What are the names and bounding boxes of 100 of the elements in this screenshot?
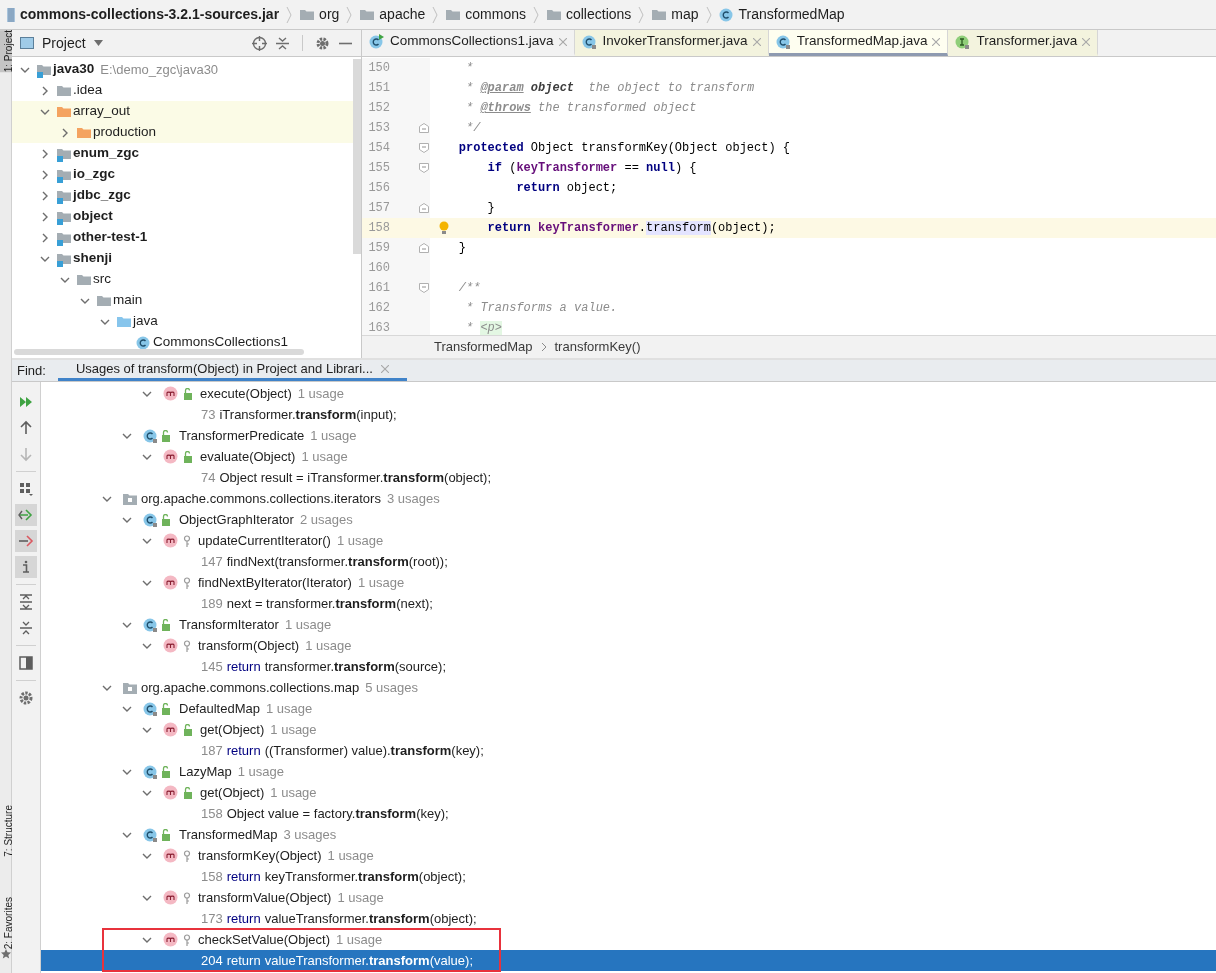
usage-group-name[interactable]: TransformedMap [179,824,278,845]
arrow-in-icon[interactable] [15,504,37,526]
tool-window-tab[interactable]: 2: Favorites [0,896,12,949]
breadcrumb-item[interactable]: TransformedMap [434,337,533,357]
usage-group-name[interactable]: get(Object) [200,719,265,740]
usage-group-name[interactable]: org.apache.commons.collections.iterators [141,488,381,509]
class-icon [581,33,598,50]
method-icon [163,386,178,401]
breadcrumb-item[interactable]: map [671,4,699,25]
breadcrumb-item[interactable]: commons [465,4,526,25]
tree-item[interactable]: jdbc_zgc [73,185,131,206]
fold-marker-icon[interactable] [419,283,429,293]
method-icon [163,785,178,800]
usage-line[interactable]: 145 return transformer.transform(source); [201,656,446,677]
usage-group-name[interactable]: DefaultedMap [179,698,260,719]
breadcrumb-item[interactable]: transformKey() [554,337,641,357]
tool-window-tab[interactable]: 7: Structure [0,805,12,857]
usage-group-name[interactable]: findNextByIterator(Iterator) [198,572,352,593]
usage-line[interactable]: 187 return ((Transformer) value).transform(key); [201,740,484,761]
usage-line[interactable]: 73 iTransformer.transform(input); [201,404,397,425]
horizontal-scrollbar[interactable] [14,349,304,355]
breadcrumb-item[interactable]: apache [379,4,426,25]
usage-group-name[interactable]: ObjectGraphIterator [179,509,294,530]
class-icon [718,6,735,23]
tree-item[interactable]: java30 [53,59,95,80]
package-icon [123,681,137,694]
editor-tab[interactable]: InvokerTransformer.java [574,30,769,56]
usage-group-name[interactable]: checkSetValue(Object) [198,929,330,950]
tree-item[interactable]: io_zgc [73,164,115,185]
tree-item[interactable]: java [133,311,158,332]
separator-chevron-icon [637,4,646,25]
usage-group-name[interactable]: LazyMap [179,761,232,782]
fold-marker-icon[interactable] [419,243,429,253]
usage-group-name[interactable]: TransformIterator [179,614,279,635]
line-number: 152 [367,100,390,117]
settings-icon[interactable] [315,35,330,51]
locate-icon[interactable] [252,35,267,51]
breadcrumb-item[interactable]: collections [565,4,632,25]
tree-item[interactable]: shenji [73,248,112,269]
usage-line[interactable]: 74 Object result = iTransformer.transform(object); [201,467,491,488]
usage-count: 1 usage [301,447,348,466]
usage-line[interactable]: 189 next = transformer.transform(next); [201,593,433,614]
code-line: protected Object transformKey(Object object) { [457,140,791,157]
usage-line[interactable]: 147 findNext(transformer.transform(root)); [201,551,448,572]
collapse-all-icon[interactable] [275,35,290,51]
tree-item[interactable]: enum_zgc [73,143,140,164]
info-icon[interactable] [15,556,37,578]
usage-group-name[interactable]: TransformerPredicate [179,425,305,446]
tree-item[interactable]: other-test-1 [73,227,148,248]
separator-chevron-icon [540,342,547,352]
line-number: 162 [367,300,390,317]
fold-marker-icon[interactable] [419,163,429,173]
fold-marker-icon[interactable] [419,123,429,133]
class-icon [143,616,159,633]
breadcrumb-item[interactable]: TransformedMap [738,4,845,25]
method-icon [163,890,178,905]
tree-item[interactable]: array_out [73,101,131,122]
usage-count: 1 usage [305,636,352,655]
method-icon [163,449,178,464]
editor-tab[interactable]: TransformedMap.java [768,30,949,56]
usage-line[interactable]: 158 Object value = factory.transform(key); [201,803,449,824]
usage-group-name[interactable]: transformKey(Object) [198,845,322,866]
code-line: * [465,60,474,77]
results-tab[interactable]: Usages of transform(Object) in Project and Librari... [57,360,407,381]
usage-group-name[interactable]: get(Object) [200,782,265,803]
tree-item[interactable]: CommonsCollections1 [153,332,289,353]
usage-group-name[interactable]: execute(Object) [200,383,292,404]
tree-item[interactable]: object [73,206,113,227]
usage-group-name[interactable]: evaluate(Object) [200,446,296,467]
fold-marker-icon[interactable] [419,203,429,213]
breadcrumb-item[interactable]: commons-collections-3.2.1-sources.jar [20,4,280,25]
usage-count: 1 usage [336,930,383,949]
usage-line[interactable]: 173 return valueTransformer.transform(object); [201,908,477,929]
package-icon [123,492,137,505]
vertical-scrollbar[interactable] [353,59,361,254]
method-icon [163,638,178,653]
code-line: * <p> [465,320,503,335]
usage-group-name[interactable]: org.apache.commons.collections.map [141,677,360,698]
usage-line[interactable]: 158 return keyTransformer.transform(object); [201,866,466,887]
tree-item[interactable]: main [113,290,143,311]
breadcrumb-item[interactable]: org [319,4,340,25]
code-line: return keyTransformer.transform(object); [486,220,776,237]
class-icon [136,334,152,351]
usage-group-name[interactable]: transform(Object) [198,635,300,656]
tree-item[interactable]: .idea [73,80,103,101]
separator-chevron-icon [704,4,713,25]
editor-tab[interactable]: Transformer.java [948,30,1099,56]
light-bulb-icon[interactable] [439,221,449,235]
tree-item[interactable]: production [93,122,157,143]
usage-group-name[interactable]: updateCurrentIterator() [198,530,331,551]
code-line: * @param object the object to transform [465,80,755,97]
tree-item[interactable]: src [93,269,111,290]
fold-marker-icon[interactable] [419,143,429,153]
tool-window-tab[interactable]: 1: Project [0,30,12,73]
project-view-dropdown[interactable]: Project [42,32,103,54]
usage-group-name[interactable]: transformValue(Object) [198,887,332,908]
code-line: * Transforms a value. [465,300,618,317]
line-number: 155 [367,160,390,177]
find-label: Find: [17,361,46,380]
arrow-out-icon[interactable] [15,530,37,552]
